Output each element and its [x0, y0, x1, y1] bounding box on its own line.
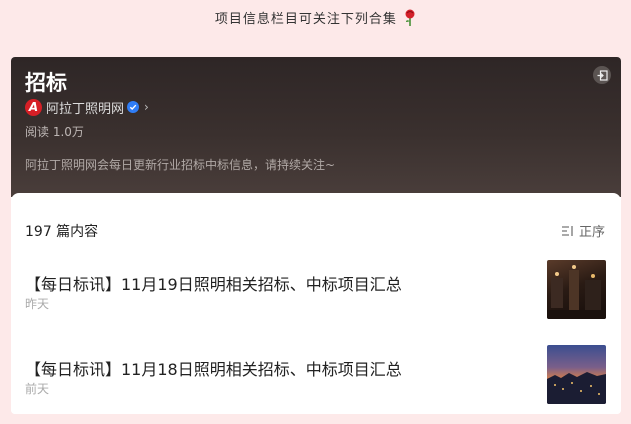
- account-name: 阿拉丁照明网: [46, 101, 125, 117]
- sort-icon: [561, 225, 573, 236]
- account-link[interactable]: A 阿拉丁照明网 ›: [25, 98, 149, 117]
- exit-icon: [597, 69, 608, 81]
- article-thumbnail: [547, 345, 606, 404]
- article-title: 【每日标讯】11月18日照明相关招标、中标项目汇总: [25, 360, 402, 379]
- chevron-right-icon: ›: [144, 100, 149, 114]
- article-date: 前天: [25, 382, 50, 396]
- list-item[interactable]: 【每日标讯】11月18日照明相关招标、中标项目汇总 前天: [11, 345, 621, 405]
- collection-description: 阿拉丁照明网会每日更新行业招标中标信息，请持续关注~: [25, 158, 336, 172]
- verified-icon: [127, 101, 140, 113]
- exit-button[interactable]: [593, 66, 611, 84]
- article-list-panel: 197 篇内容 正序 【每日标讯】11月19日照明相关招标、中标项目汇总 昨天: [11, 193, 621, 414]
- article-date: 昨天: [25, 297, 50, 311]
- article-title: 【每日标讯】11月19日照明相关招标、中标项目汇总: [25, 275, 402, 294]
- article-count: 197 篇内容: [25, 224, 99, 240]
- collection-header: 招标 A 阿拉丁照明网 › 阅读 1.0万 阿拉丁照明网会每日更新行业招标中标信…: [11, 57, 621, 197]
- article-thumbnail: [547, 260, 606, 319]
- account-logo: A: [25, 98, 42, 116]
- read-count: 阅读 1.0万: [25, 125, 84, 139]
- sort-button[interactable]: 正序: [561, 221, 605, 240]
- sort-label: 正序: [578, 225, 605, 240]
- rose-icon: [404, 9, 416, 31]
- collection-title: 招标: [25, 71, 67, 95]
- collection-notice: 项目信息栏目可关注下列合集: [0, 8, 631, 31]
- list-item[interactable]: 【每日标讯】11月19日照明相关招标、中标项目汇总 昨天: [11, 260, 621, 320]
- collection-card: 招标 A 阿拉丁照明网 › 阅读 1.0万 阿拉丁照明网会每日更新行业招标中标信…: [11, 57, 621, 414]
- collection-notice-text: 项目信息栏目可关注下列合集: [214, 12, 397, 27]
